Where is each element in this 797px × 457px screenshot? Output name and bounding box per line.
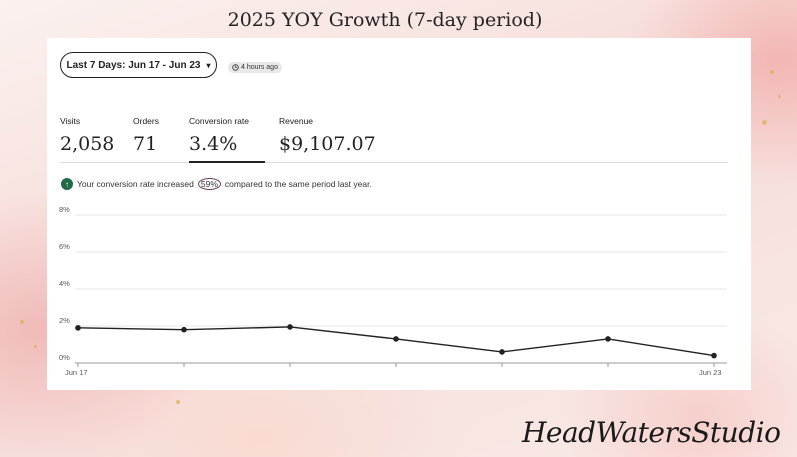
data-point [287, 324, 293, 330]
data-point [605, 336, 611, 342]
gold-fleck [34, 345, 37, 348]
y-tick-label: 0% [59, 353, 70, 362]
x-tick-label: Jun 23 [699, 368, 722, 377]
gold-fleck [20, 320, 24, 324]
gold-fleck [770, 70, 774, 74]
y-tick-label: 8% [59, 205, 70, 214]
gold-fleck [176, 400, 180, 404]
y-tick-label: 4% [59, 279, 70, 288]
data-point [711, 352, 717, 359]
conversion-rate-line-chart: 8% 6% 4% 2% 0% Jun 17 Jun 23 [59, 205, 727, 377]
x-tick-label: Jun 17 [65, 368, 88, 377]
page-title: 2025 YOY Growth (7-day period) [227, 9, 543, 31]
data-point [75, 325, 81, 331]
watermark-signature: HeadWatersStudio [522, 416, 781, 449]
data-point [499, 349, 505, 355]
y-tick-label: 2% [59, 316, 70, 325]
gold-fleck [778, 95, 781, 98]
y-tick-label: 6% [59, 242, 70, 251]
data-point [393, 336, 399, 342]
stats-panel: Last 7 Days: Jun 17 - Jun 23 ▾ 4 hours a… [47, 38, 751, 390]
gold-fleck [762, 120, 767, 125]
data-point [181, 326, 187, 333]
